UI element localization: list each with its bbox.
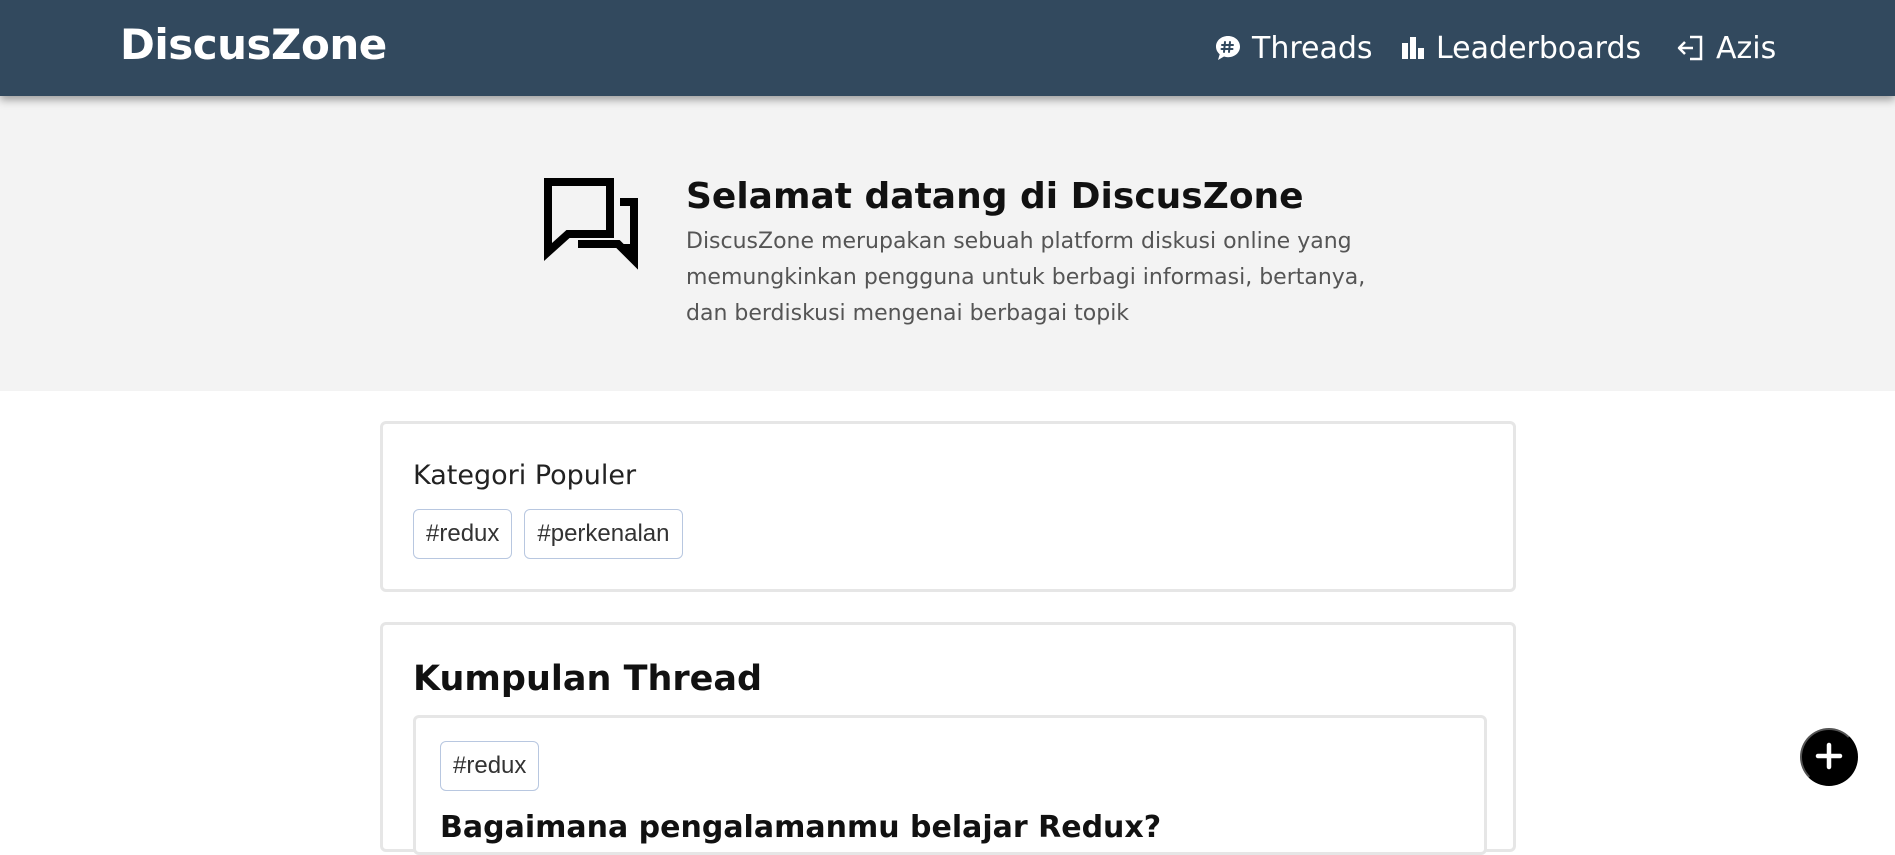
login-icon	[1676, 33, 1706, 63]
thread-list-title: Kumpulan Thread	[413, 659, 763, 699]
category-list: #redux #perkenalan	[413, 509, 683, 559]
popular-categories-title: Kategori Populer	[413, 460, 637, 491]
popular-categories-card: Kategori Populer #redux #perkenalan	[380, 421, 1516, 592]
nav-threads-link[interactable]: Threads	[1214, 28, 1373, 68]
category-chip-perkenalan[interactable]: #perkenalan	[524, 509, 683, 559]
nav-user-label: Azis	[1716, 30, 1777, 66]
category-chip-redux[interactable]: #redux	[413, 509, 513, 559]
chat-hash-icon	[1214, 34, 1242, 62]
hero-banner: Selamat datang di DiscusZone DiscusZone …	[0, 96, 1895, 391]
nav-leaderboards-link[interactable]: Leaderboards	[1400, 28, 1641, 68]
thread-category-chip[interactable]: #redux	[440, 741, 540, 791]
brand-logo[interactable]: DiscusZone	[120, 20, 387, 69]
add-thread-button[interactable]	[1800, 728, 1858, 786]
thread-item: #redux Bagaimana pengalamanmu belajar Re…	[413, 715, 1487, 855]
hero-description: DiscusZone merupakan sebuah platform dis…	[686, 229, 1366, 326]
navbar: DiscusZone Threads Leaderboards Azis	[0, 0, 1895, 96]
nav-leaderboards-label: Leaderboards	[1436, 30, 1642, 66]
plus-icon	[1814, 741, 1844, 774]
hero-title: Selamat datang di DiscusZone	[686, 176, 1304, 217]
nav-threads-label: Threads	[1252, 30, 1373, 66]
bar-chart-icon	[1400, 35, 1426, 61]
forum-icon	[544, 178, 638, 278]
nav-user-login-link[interactable]: Azis	[1676, 28, 1776, 68]
thread-title-link[interactable]: Bagaimana pengalamanmu belajar Redux?	[440, 810, 1161, 845]
